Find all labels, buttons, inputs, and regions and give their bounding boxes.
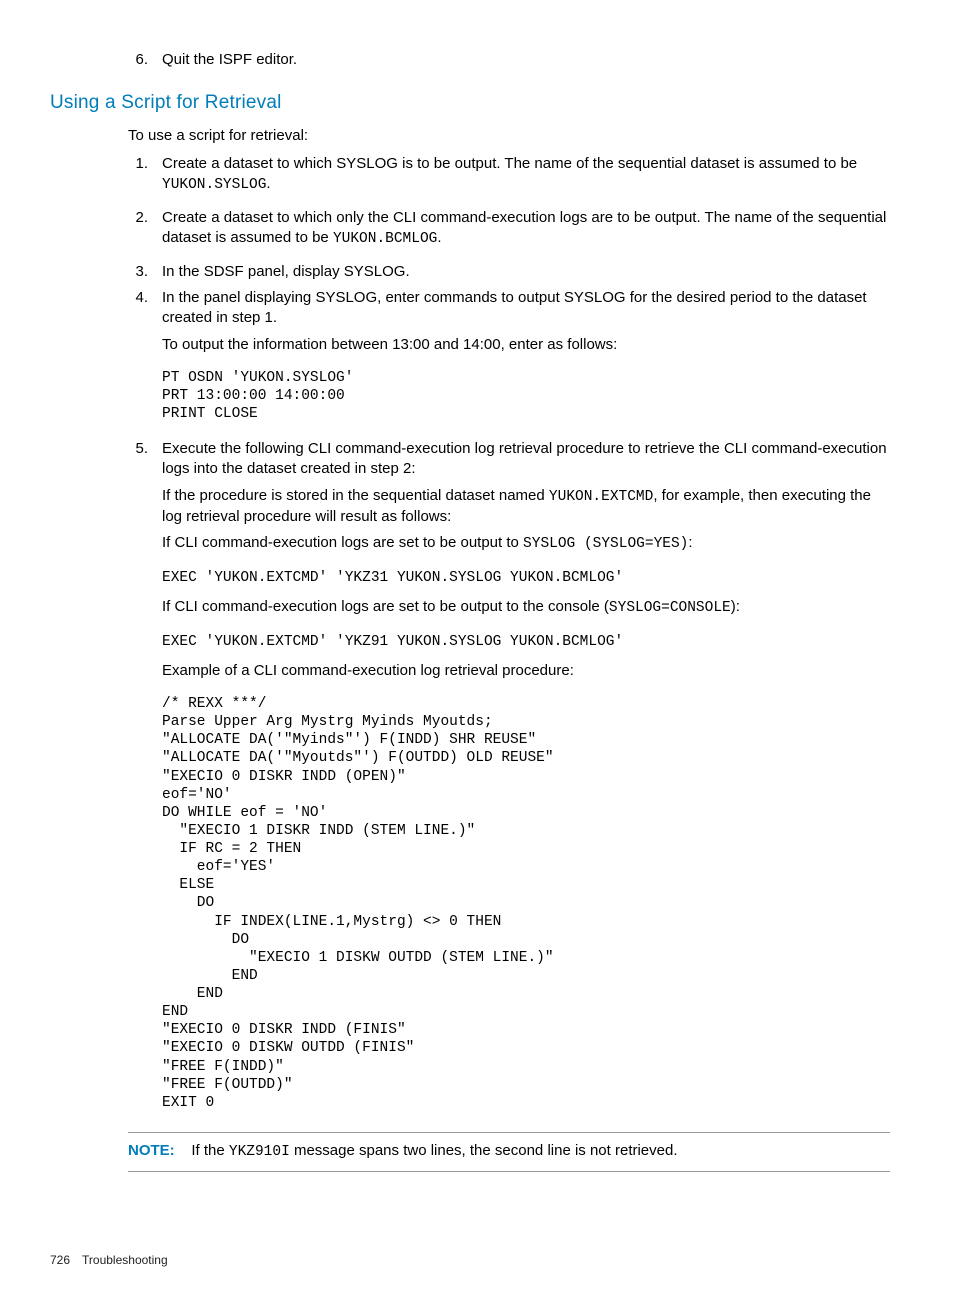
text: To output the information between 13:00 … [162, 335, 890, 355]
list-item: 3. In the SDSF panel, display SYSLOG. [50, 262, 890, 282]
code-inline: YUKON.SYSLOG [162, 177, 266, 193]
code-block: EXEC 'YUKON.EXTCMD' 'YKZ31 YUKON.SYSLOG … [162, 569, 890, 587]
list-item: 1. Create a dataset to which SYSLOG is t… [50, 154, 890, 202]
text: . [266, 175, 270, 192]
note-label: NOTE: [128, 1142, 175, 1159]
step-number: 2. [50, 208, 162, 256]
code-inline: YUKON.BCMLOG [333, 231, 437, 247]
step-text: Create a dataset to which only the CLI c… [162, 208, 890, 256]
note-callout: NOTE: If the YKZ910I message spans two l… [128, 1132, 890, 1172]
step-number: 5. [50, 439, 162, 1122]
text: If the procedure is stored in the sequen… [162, 487, 549, 504]
page-number: 726 [50, 1253, 70, 1267]
text: Create a dataset to which only the CLI c… [162, 209, 886, 246]
text: In the panel displaying SYSLOG, enter co… [162, 288, 890, 329]
text: ): [731, 598, 740, 615]
text: If CLI command-execution logs are set to… [162, 534, 523, 551]
text: Example of a CLI command-execution log r… [162, 661, 890, 681]
intro-text: To use a script for retrieval: [50, 126, 890, 146]
code-block: PT OSDN 'YUKON.SYSLOG' PRT 13:00:00 14:0… [162, 369, 890, 423]
page-footer: 726 Troubleshooting [50, 1252, 890, 1268]
text: If CLI command-execution logs are set to… [162, 598, 609, 615]
step-number: 3. [50, 262, 162, 282]
step-text: Execute the following CLI command-execut… [162, 439, 890, 1122]
code-inline: SYSLOG (SYSLOG=YES) [523, 536, 688, 552]
footer-section: Troubleshooting [82, 1253, 168, 1267]
list-item: 6. Quit the ISPF editor. [50, 50, 890, 70]
step-text: In the panel displaying SYSLOG, enter co… [162, 288, 890, 433]
code-inline: YKZ910I [229, 1144, 290, 1160]
code-inline: SYSLOG=CONSOLE [609, 600, 731, 616]
list-item: 2. Create a dataset to which only the CL… [50, 208, 890, 256]
text: Create a dataset to which SYSLOG is to b… [162, 155, 857, 172]
text: . [437, 229, 441, 246]
step-number: 6. [50, 50, 162, 70]
step-text: In the SDSF panel, display SYSLOG. [162, 262, 890, 282]
text: message spans two lines, the second line… [290, 1142, 678, 1159]
list-item: 5. Execute the following CLI command-exe… [50, 439, 890, 1122]
code-block: /* REXX ***/ Parse Upper Arg Mystrg Myin… [162, 695, 890, 1112]
list-item: 4. In the panel displaying SYSLOG, enter… [50, 288, 890, 433]
text: If the [191, 1142, 229, 1159]
step-number: 1. [50, 154, 162, 202]
section-heading: Using a Script for Retrieval [50, 90, 890, 116]
text: Execute the following CLI command-execut… [162, 439, 890, 480]
text: : [688, 534, 692, 551]
code-inline: YUKON.EXTCMD [549, 489, 653, 505]
step-text: Quit the ISPF editor. [162, 50, 890, 70]
page-content: 6. Quit the ISPF editor. Using a Script … [50, 50, 890, 1268]
step-text: Create a dataset to which SYSLOG is to b… [162, 154, 890, 202]
code-block: EXEC 'YUKON.EXTCMD' 'YKZ91 YUKON.SYSLOG … [162, 633, 890, 651]
step-number: 4. [50, 288, 162, 433]
